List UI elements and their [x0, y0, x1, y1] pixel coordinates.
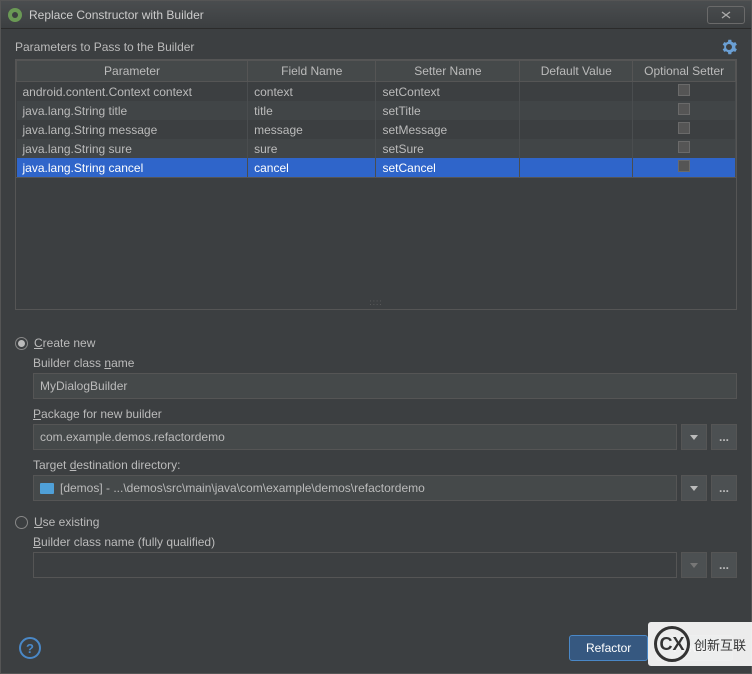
- col-field-name[interactable]: Field Name: [248, 61, 376, 82]
- table-row[interactable]: java.lang.String cancelcancelsetCancel: [17, 158, 736, 177]
- table-row[interactable]: java.lang.String titletitlesetTitle: [17, 101, 736, 120]
- cell-default[interactable]: [520, 158, 633, 177]
- cell-default[interactable]: [520, 101, 633, 120]
- folder-icon: [40, 483, 54, 494]
- use-existing-radio[interactable]: [15, 516, 28, 529]
- builder-fq-label: Builder class name (fully qualified): [33, 535, 737, 549]
- target-dir-dropdown-toggle[interactable]: [681, 475, 707, 501]
- cell-parameter[interactable]: android.content.Context context: [17, 82, 248, 102]
- watermark-icon: CX: [654, 626, 690, 662]
- table-row[interactable]: android.content.Context contextcontextse…: [17, 82, 736, 102]
- cell-default[interactable]: [520, 82, 633, 102]
- builder-fq-input: [33, 552, 677, 578]
- table-empty-area: ::::: [15, 178, 737, 310]
- cell-optional[interactable]: [633, 120, 736, 139]
- cell-field[interactable]: title: [248, 101, 376, 120]
- create-new-label: Create new: [34, 336, 95, 350]
- cell-setter[interactable]: setMessage: [376, 120, 520, 139]
- cell-optional[interactable]: [633, 101, 736, 120]
- refactor-button[interactable]: Refactor: [569, 635, 648, 661]
- dialog-window: Replace Constructor with Builder Paramet…: [0, 0, 752, 674]
- builder-class-name-input[interactable]: [33, 373, 737, 399]
- package-browse-button[interactable]: ...: [711, 424, 737, 450]
- cell-field[interactable]: message: [248, 120, 376, 139]
- optional-checkbox[interactable]: [678, 84, 690, 96]
- package-value: com.example.demos.refactordemo: [40, 430, 225, 444]
- col-optional-setter[interactable]: Optional Setter: [633, 61, 736, 82]
- form-section: Create new Builder class name Package fo…: [15, 328, 737, 578]
- dialog-title: Replace Constructor with Builder: [29, 8, 707, 22]
- params-table-wrap: Parameter Field Name Setter Name Default…: [15, 59, 737, 178]
- params-table[interactable]: Parameter Field Name Setter Name Default…: [16, 60, 736, 177]
- cell-parameter[interactable]: java.lang.String cancel: [17, 158, 248, 177]
- col-default-value[interactable]: Default Value: [520, 61, 633, 82]
- close-button[interactable]: [707, 6, 745, 24]
- package-dropdown[interactable]: com.example.demos.refactordemo: [33, 424, 677, 450]
- params-header: Parameters to Pass to the Builder: [15, 39, 737, 55]
- optional-checkbox[interactable]: [678, 160, 690, 172]
- col-parameter[interactable]: Parameter: [17, 61, 248, 82]
- target-dir-browse-button[interactable]: ...: [711, 475, 737, 501]
- optional-checkbox[interactable]: [678, 103, 690, 115]
- create-new-radio-row[interactable]: Create new: [15, 336, 737, 350]
- package-dropdown-toggle[interactable]: [681, 424, 707, 450]
- builder-fq-browse-button: ...: [711, 552, 737, 578]
- table-row[interactable]: java.lang.String suresuresetSure: [17, 139, 736, 158]
- help-button[interactable]: ?: [19, 637, 41, 659]
- optional-checkbox[interactable]: [678, 141, 690, 153]
- resize-grip-icon[interactable]: ::::: [370, 298, 383, 307]
- col-setter-name[interactable]: Setter Name: [376, 61, 520, 82]
- cell-parameter[interactable]: java.lang.String sure: [17, 139, 248, 158]
- button-bar: ? Refactor Preview: [15, 625, 737, 665]
- use-existing-label: Use existing: [34, 515, 99, 529]
- target-dir-label: Target destination directory:: [33, 458, 737, 472]
- use-existing-radio-row[interactable]: Use existing: [15, 515, 737, 529]
- cell-parameter[interactable]: java.lang.String message: [17, 120, 248, 139]
- target-dir-dropdown[interactable]: [demos] - ...\demos\src\main\java\com\ex…: [33, 475, 677, 501]
- create-new-radio[interactable]: [15, 337, 28, 350]
- gear-icon[interactable]: [721, 39, 737, 55]
- watermark: CX 创新互联: [648, 622, 752, 666]
- cell-field[interactable]: cancel: [248, 158, 376, 177]
- cell-setter[interactable]: setCancel: [376, 158, 520, 177]
- app-icon: [7, 7, 23, 23]
- cell-setter[interactable]: setSure: [376, 139, 520, 158]
- use-existing-group: Builder class name (fully qualified) ...: [33, 535, 737, 578]
- builder-class-name-label: Builder class name: [33, 356, 737, 370]
- cell-default[interactable]: [520, 139, 633, 158]
- table-row[interactable]: java.lang.String messagemessagesetMessag…: [17, 120, 736, 139]
- cell-field[interactable]: context: [248, 82, 376, 102]
- cell-default[interactable]: [520, 120, 633, 139]
- cell-optional[interactable]: [633, 82, 736, 102]
- cell-setter[interactable]: setTitle: [376, 101, 520, 120]
- table-header-row: Parameter Field Name Setter Name Default…: [17, 61, 736, 82]
- cell-optional[interactable]: [633, 139, 736, 158]
- cell-field[interactable]: sure: [248, 139, 376, 158]
- titlebar: Replace Constructor with Builder: [1, 1, 751, 29]
- cell-optional[interactable]: [633, 158, 736, 177]
- dialog-content: Parameters to Pass to the Builder Parame…: [1, 29, 751, 673]
- watermark-text: 创新互联: [694, 635, 746, 654]
- target-dir-value: [demos] - ...\demos\src\main\java\com\ex…: [60, 481, 425, 495]
- optional-checkbox[interactable]: [678, 122, 690, 134]
- create-new-group: Builder class name Package for new build…: [33, 356, 737, 501]
- cell-parameter[interactable]: java.lang.String title: [17, 101, 248, 120]
- params-label: Parameters to Pass to the Builder: [15, 40, 194, 54]
- package-label: Package for new builder: [33, 407, 737, 421]
- cell-setter[interactable]: setContext: [376, 82, 520, 102]
- builder-fq-dropdown-toggle: [681, 552, 707, 578]
